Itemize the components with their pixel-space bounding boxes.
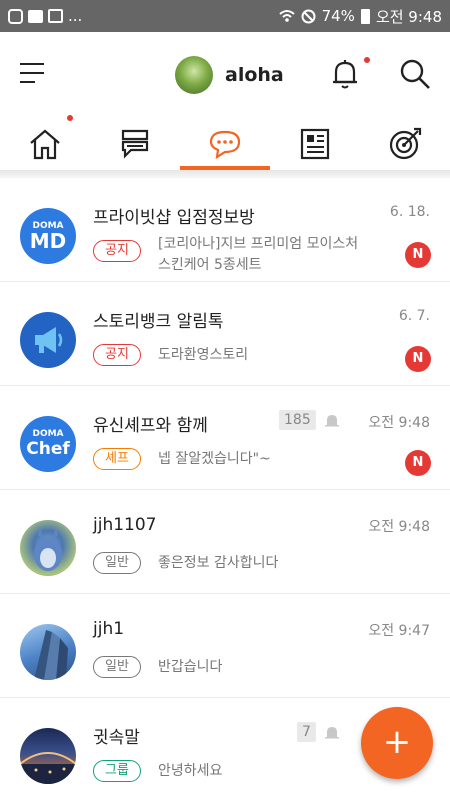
chat-tag: 일반 xyxy=(93,552,141,574)
chat-row[interactable]: jjh1107 오전 9:48 일반 좋은정보 감사합니다 xyxy=(0,490,450,594)
chat-title: 유신셰프와 함께 xyxy=(93,416,208,436)
tab-chat[interactable] xyxy=(180,118,270,170)
chat-row[interactable]: DOMA Chef 유신셰프와 함께 185 오전 9:48 셰프 넵 잘알겠습… xyxy=(0,386,450,490)
tab-news[interactable] xyxy=(270,118,360,170)
more-notifications: ... xyxy=(68,7,83,25)
new-badge: N xyxy=(405,242,431,268)
chat-title: 프라이빗샵 입점정보방 xyxy=(93,208,255,228)
chat-title: 귓속말 xyxy=(93,728,140,748)
chat-time: 6. 7. xyxy=(398,308,430,324)
chat-row[interactable]: 스토리뱅크 알림톡 6. 7. 공지 도라환영스토리 N xyxy=(0,282,450,386)
new-badge: N xyxy=(405,346,431,372)
chat-icon xyxy=(209,130,241,160)
chat-preview: 안녕하세요 xyxy=(158,763,223,779)
new-badge: N xyxy=(405,450,431,476)
chat-row[interactable]: DOMA MD 프라이빗샵 입점정보방 6. 18. 공지 [코리아나]지브 프… xyxy=(0,178,450,282)
search-icon[interactable] xyxy=(399,58,431,90)
chat-title: jjh1 xyxy=(93,619,125,639)
divider xyxy=(0,170,450,178)
user-avatar xyxy=(20,520,76,576)
chat-preview: 좋은정보 감사합니다 xyxy=(158,555,279,571)
new-chat-button[interactable]: + xyxy=(361,707,433,779)
chat-time: 6. 18. xyxy=(389,204,430,220)
do-not-disturb-icon xyxy=(301,9,316,23)
megaphone-icon xyxy=(35,327,63,353)
menu-icon[interactable] xyxy=(20,63,44,85)
tab-board[interactable] xyxy=(90,118,180,170)
chat-preview: 도라환영스토리 xyxy=(158,347,249,363)
totoro-figure xyxy=(34,526,62,571)
chat-time: 오전 9:48 xyxy=(368,519,430,535)
battery-icon xyxy=(360,8,370,24)
target-icon xyxy=(389,127,422,160)
doma-chef-avatar: DOMA Chef xyxy=(20,416,76,472)
chat-tag: 그룹 xyxy=(93,760,141,782)
chat-time: 오전 9:48 xyxy=(368,415,430,431)
user-avatar xyxy=(20,624,76,680)
chat-tag: 셰프 xyxy=(93,448,141,470)
group-avatar xyxy=(20,728,76,784)
home-icon xyxy=(30,129,60,160)
status-bar: ... 74% 오전 9:48 xyxy=(0,0,450,32)
chat-preview: [코리아나]지브 프리미엄 모이스처 스킨케어 5종세트 xyxy=(158,236,359,273)
clock: 오전 9:48 xyxy=(375,7,442,26)
board-icon xyxy=(121,129,149,159)
chat-list: DOMA MD 프라이빗샵 입점정보방 6. 18. 공지 [코리아나]지브 프… xyxy=(0,178,450,800)
image-icon xyxy=(48,9,63,23)
chat-tag: 일반 xyxy=(93,656,141,678)
member-count: 7 xyxy=(297,722,316,742)
skyscraper-image xyxy=(34,630,68,680)
tab-target[interactable] xyxy=(360,118,450,170)
megaphone-avatar xyxy=(20,312,76,368)
profile-avatar[interactable] xyxy=(175,56,213,94)
home-tab-dot xyxy=(67,115,73,121)
news-icon xyxy=(300,128,330,160)
notification-dot xyxy=(364,57,370,63)
chat-tag: 공지 xyxy=(93,240,141,262)
chat-title: 스토리뱅크 알림톡 xyxy=(93,312,224,332)
bell-icon[interactable] xyxy=(332,58,358,90)
wifi-icon xyxy=(278,10,295,22)
mail-icon xyxy=(28,9,43,23)
profile-username: aloha xyxy=(225,64,284,86)
tab-home[interactable] xyxy=(0,118,90,170)
chat-tag: 공지 xyxy=(93,344,141,366)
chat-time: 오전 9:47 xyxy=(368,623,430,639)
chat-title: jjh1107 xyxy=(93,515,157,535)
profile[interactable]: aloha xyxy=(175,56,284,94)
tab-bar xyxy=(0,115,450,170)
mute-bell-icon xyxy=(325,727,339,739)
chat-row[interactable]: jjh1 오전 9:47 일반 반갑습니다 xyxy=(0,594,450,698)
chat-preview: 반갑습니다 xyxy=(158,659,223,675)
night-bridge-image xyxy=(20,752,76,784)
app-header: aloha xyxy=(0,32,450,118)
doma-md-avatar: DOMA MD xyxy=(20,208,76,264)
notification-icon xyxy=(8,8,23,24)
mute-bell-icon xyxy=(325,415,339,427)
member-count: 185 xyxy=(279,410,316,430)
chat-preview: 넵 잘알겠습니다"~ xyxy=(158,451,271,467)
battery-percent: 74% xyxy=(321,7,355,25)
